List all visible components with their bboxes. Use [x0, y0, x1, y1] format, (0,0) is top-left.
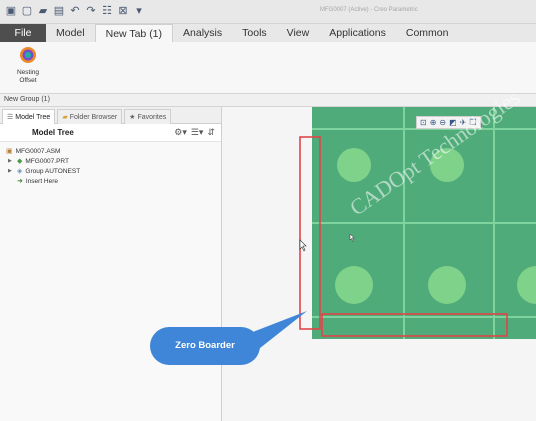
folder-icon: ▰ [62, 114, 68, 121]
model-tree: ▣ MFG0007.ASM ▶ ◆ MFG0007.PRT ▶ ◈ Group … [0, 142, 221, 190]
graphics-window[interactable]: ⊡ ⊕ ⊖ ◩ ✈ ❒ [222, 107, 536, 421]
tab-applications[interactable]: Applications [319, 24, 396, 42]
tab-model-tree[interactable]: ☰ Model Tree [2, 109, 56, 124]
nested-parts-grid [312, 107, 536, 339]
ribbon-group-bar: New Group (1) [0, 94, 536, 107]
nesting-offset-icon [20, 47, 36, 63]
ribbon-panel: Nesting Offset [0, 42, 536, 94]
favorites-icon: ★ [129, 114, 136, 121]
tab-analysis[interactable]: Analysis [173, 24, 232, 42]
app-menu-icon[interactable]: ▣ [4, 4, 18, 18]
nested-part [428, 266, 466, 304]
model-tree-header: Model Tree ⚙▾ ☰▾ ⇵ [0, 124, 221, 142]
tab-favorites-label: Favorites [137, 113, 167, 121]
customize-dropdown-icon[interactable]: ▾ [132, 4, 146, 18]
redo-icon[interactable]: ↷ [84, 4, 98, 18]
nesting-offset-label: Nesting Offset [16, 69, 40, 84]
tab-folder-browser-label: Folder Browser [69, 113, 118, 121]
tab-common[interactable]: Common [396, 24, 459, 42]
expand-icon[interactable]: ▶ [8, 158, 14, 164]
model-tree-icon: ☰ [7, 114, 14, 121]
tab-folder-browser[interactable]: ▰ Folder Browser [57, 109, 123, 124]
regenerate-icon[interactable]: ☷ [100, 4, 114, 18]
tab-tools[interactable]: Tools [232, 24, 277, 42]
tree-item-group[interactable]: ▶ ◈ Group AUTONEST [6, 166, 215, 176]
refit-icon[interactable]: ⊡ [420, 118, 427, 127]
window-title: MFG0007 (Active) - Creo Parametric [320, 7, 418, 13]
tab-view[interactable]: View [277, 24, 320, 42]
tree-item-insert-here[interactable]: ➜ Insert Here [6, 176, 215, 186]
group-label[interactable]: New Group (1) [4, 96, 50, 103]
nested-part [335, 266, 373, 304]
tree-item-assembly[interactable]: ▣ MFG0007.ASM [6, 146, 215, 156]
nested-part [337, 148, 371, 182]
tree-item-label: Insert Here [25, 177, 59, 185]
quick-access-toolbar: ▣ ▢ ▰ ▤ ↶ ↷ ☷ ⊠ ▾ MFG0007 (Active) - Cre… [0, 0, 536, 24]
open-folder-icon[interactable]: ▰ [36, 4, 50, 18]
group-icon: ◈ [17, 168, 23, 175]
zoom-in-icon[interactable]: ⊕ [430, 118, 437, 127]
tab-model-tree-label: Model Tree [15, 113, 51, 121]
tab-file[interactable]: File [0, 24, 46, 42]
nested-part [517, 266, 536, 304]
zero-border-callout: Zero Boarder [150, 327, 260, 365]
ribbon-tab-row: File Model New Tab (1) Analysis Tools Vi… [0, 24, 536, 42]
new-file-icon[interactable]: ▢ [20, 4, 34, 18]
settings-icon[interactable]: ⚙▾ [174, 127, 187, 138]
part-icon: ◆ [17, 158, 23, 165]
tree-item-label: MFG0007.ASM [15, 147, 61, 155]
insert-here-icon: ➜ [17, 178, 23, 185]
navigator-tabs: ☰ Model Tree ▰ Folder Browser ★ Favorite… [0, 107, 221, 124]
filter-icon[interactable]: ⇵ [207, 127, 215, 138]
expand-icon[interactable]: ▶ [8, 168, 14, 174]
show-icon[interactable]: ☰▾ [191, 127, 204, 138]
model-tree-tools: ⚙▾ ☰▾ ⇵ [174, 127, 215, 138]
model-tree-title: Model Tree [32, 128, 74, 137]
tab-new-tab[interactable]: New Tab (1) [94, 24, 174, 42]
zoom-out-icon[interactable]: ⊖ [439, 118, 446, 127]
tab-model[interactable]: Model [46, 24, 95, 42]
undo-icon[interactable]: ↶ [68, 4, 82, 18]
nested-stock-sheet[interactable] [312, 107, 536, 339]
close-window-icon[interactable]: ⊠ [116, 4, 130, 18]
tree-item-label: MFG0007.PRT [25, 157, 69, 165]
tree-item-label: Group AUTONEST [25, 167, 81, 175]
save-icon[interactable]: ▤ [52, 4, 66, 18]
tab-row-filler [458, 24, 536, 42]
assembly-icon: ▣ [6, 148, 13, 155]
nesting-offset-button[interactable]: Nesting Offset [6, 46, 50, 92]
tab-favorites[interactable]: ★ Favorites [124, 109, 172, 124]
navigator-panel: ☰ Model Tree ▰ Folder Browser ★ Favorite… [0, 107, 222, 421]
tree-item-part[interactable]: ▶ ◆ MFG0007.PRT [6, 156, 215, 166]
